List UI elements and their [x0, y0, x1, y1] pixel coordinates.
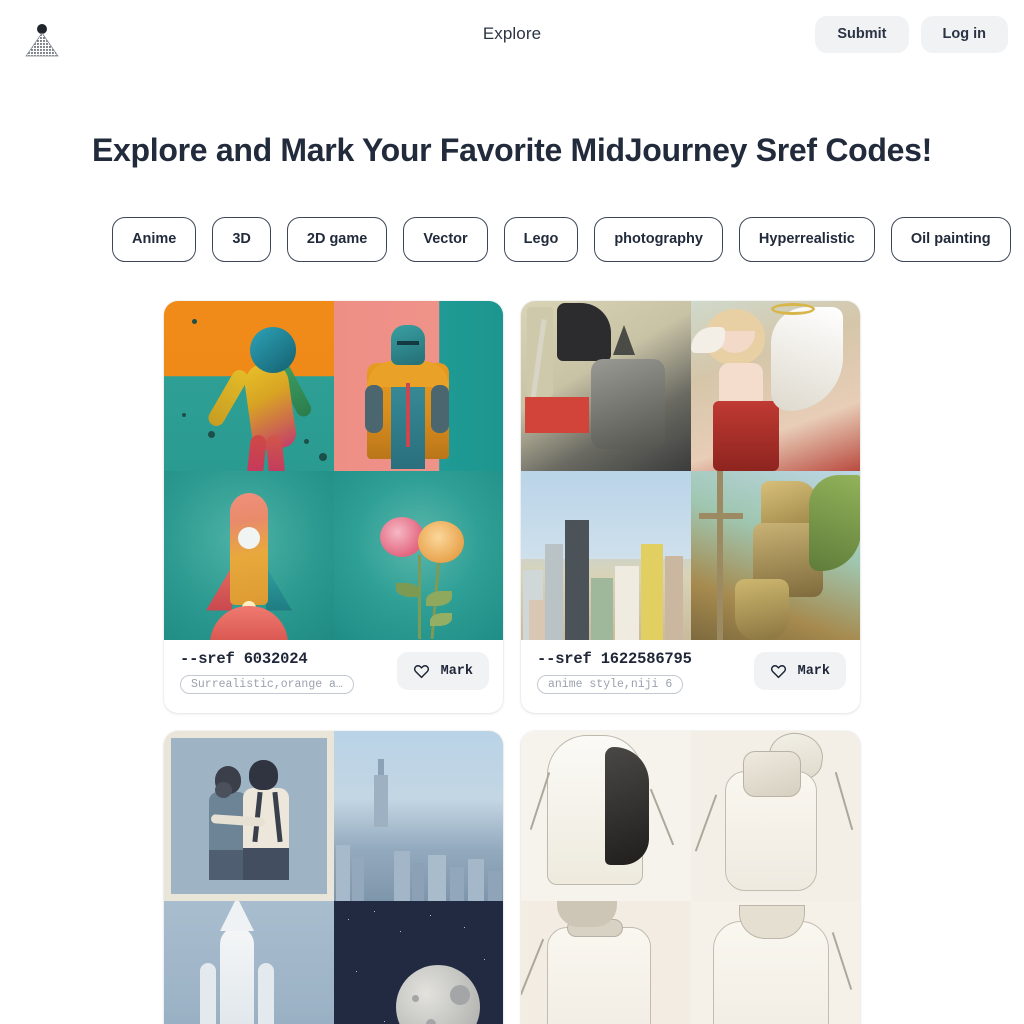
- thumbnail-moon[interactable]: [333, 900, 503, 1024]
- thumbnail-sketch-necklace-figure[interactable]: [521, 900, 691, 1024]
- style-tag: anime style,niji 6: [537, 675, 684, 694]
- category-chip[interactable]: Lego: [503, 216, 579, 262]
- card-footer: --sref 1622586795 anime style,niji 6 Mar…: [521, 640, 860, 713]
- category-chip[interactable]: 2D game: [286, 216, 388, 262]
- category-chip[interactable]: Anime: [112, 216, 197, 262]
- thumbnail-grid[interactable]: [164, 301, 503, 640]
- thumbnail-couple[interactable]: [164, 731, 334, 901]
- category-chip-label: Anime: [132, 231, 177, 247]
- category-chip-label: 3D: [232, 231, 251, 247]
- mark-button-label: Mark: [797, 663, 830, 679]
- category-chip-label: Lego: [523, 231, 559, 247]
- mark-button[interactable]: Mark: [396, 652, 489, 690]
- category-chip-label: Vector: [423, 231, 468, 247]
- sref-card[interactable]: --sref 6032024 Surrealistic,orange a… Ma…: [164, 301, 503, 713]
- thumbnail-roses[interactable]: [333, 470, 503, 640]
- sref-card[interactable]: [521, 731, 860, 1024]
- thumbnail-shuttle[interactable]: [164, 900, 334, 1024]
- thumbnail-anime-knight[interactable]: [521, 301, 691, 471]
- login-button[interactable]: Log in: [920, 16, 1008, 53]
- heart-icon: [770, 665, 786, 679]
- mark-button-label: Mark: [440, 663, 473, 679]
- sref-card[interactable]: [164, 731, 503, 1024]
- category-chip[interactable]: photography: [594, 216, 723, 262]
- thumbnail-rocket[interactable]: [164, 470, 334, 640]
- thumbnail-sketch-draped-figure[interactable]: [690, 900, 860, 1024]
- category-chip-label: 2D game: [306, 231, 368, 247]
- sref-code: --sref 1622586795: [537, 650, 692, 668]
- category-chip[interactable]: Vector: [403, 216, 488, 262]
- thumbnail-grid[interactable]: [164, 731, 503, 1024]
- category-chip-label: photography: [614, 231, 703, 247]
- style-tag: Surrealistic,orange a…: [180, 675, 354, 694]
- thumbnail-nyc-skyline[interactable]: [333, 731, 503, 901]
- header-actions: Submit Log in: [815, 16, 1008, 53]
- mark-button[interactable]: Mark: [753, 652, 846, 690]
- sref-code: --sref 6032024: [180, 650, 308, 668]
- card-meta: --sref 6032024 Surrealistic,orange a…: [180, 650, 354, 699]
- thumbnail-anime-angel[interactable]: [690, 301, 860, 471]
- site-header: Explore Submit Log in: [0, 0, 1024, 76]
- thumbnail-grid[interactable]: [521, 731, 860, 1024]
- thumbnail-knight[interactable]: [333, 301, 503, 471]
- thumbnail-sketch-wolf[interactable]: [690, 731, 860, 901]
- thumbnail-astronaut[interactable]: [164, 301, 334, 471]
- thumbnail-grid[interactable]: [521, 301, 860, 640]
- thumbnail-sketch-raven-cloak[interactable]: [521, 731, 691, 901]
- category-chip[interactable]: Hyperrealistic: [738, 216, 875, 262]
- category-chip-label: Hyperrealistic: [758, 231, 855, 247]
- thumbnail-golden-knight[interactable]: [690, 470, 860, 640]
- heart-icon: [413, 665, 429, 679]
- category-chip-label: Oil painting: [910, 231, 991, 247]
- submit-button[interactable]: Submit: [815, 16, 909, 53]
- card-footer: --sref 6032024 Surrealistic,orange a… Ma…: [164, 640, 503, 713]
- nav-explore-label: Explore: [482, 24, 542, 43]
- category-filter-bar[interactable]: Anime 3D 2D game Vector Lego photography Hyper…: [0, 213, 1024, 265]
- sref-card-grid: --sref 6032024 Surrealistic,orange a… Ma…: [164, 301, 860, 1024]
- card-meta: --sref 1622586795 anime style,niji 6: [537, 650, 692, 699]
- category-chip[interactable]: Oil painting: [890, 216, 1011, 262]
- page-title: Explore and Mark Your Favorite MidJourne…: [91, 132, 932, 168]
- category-chip[interactable]: 3D: [212, 216, 271, 262]
- thumbnail-cityscape[interactable]: [521, 470, 691, 640]
- sref-card[interactable]: --sref 1622586795 anime style,niji 6 Mar…: [521, 301, 860, 713]
